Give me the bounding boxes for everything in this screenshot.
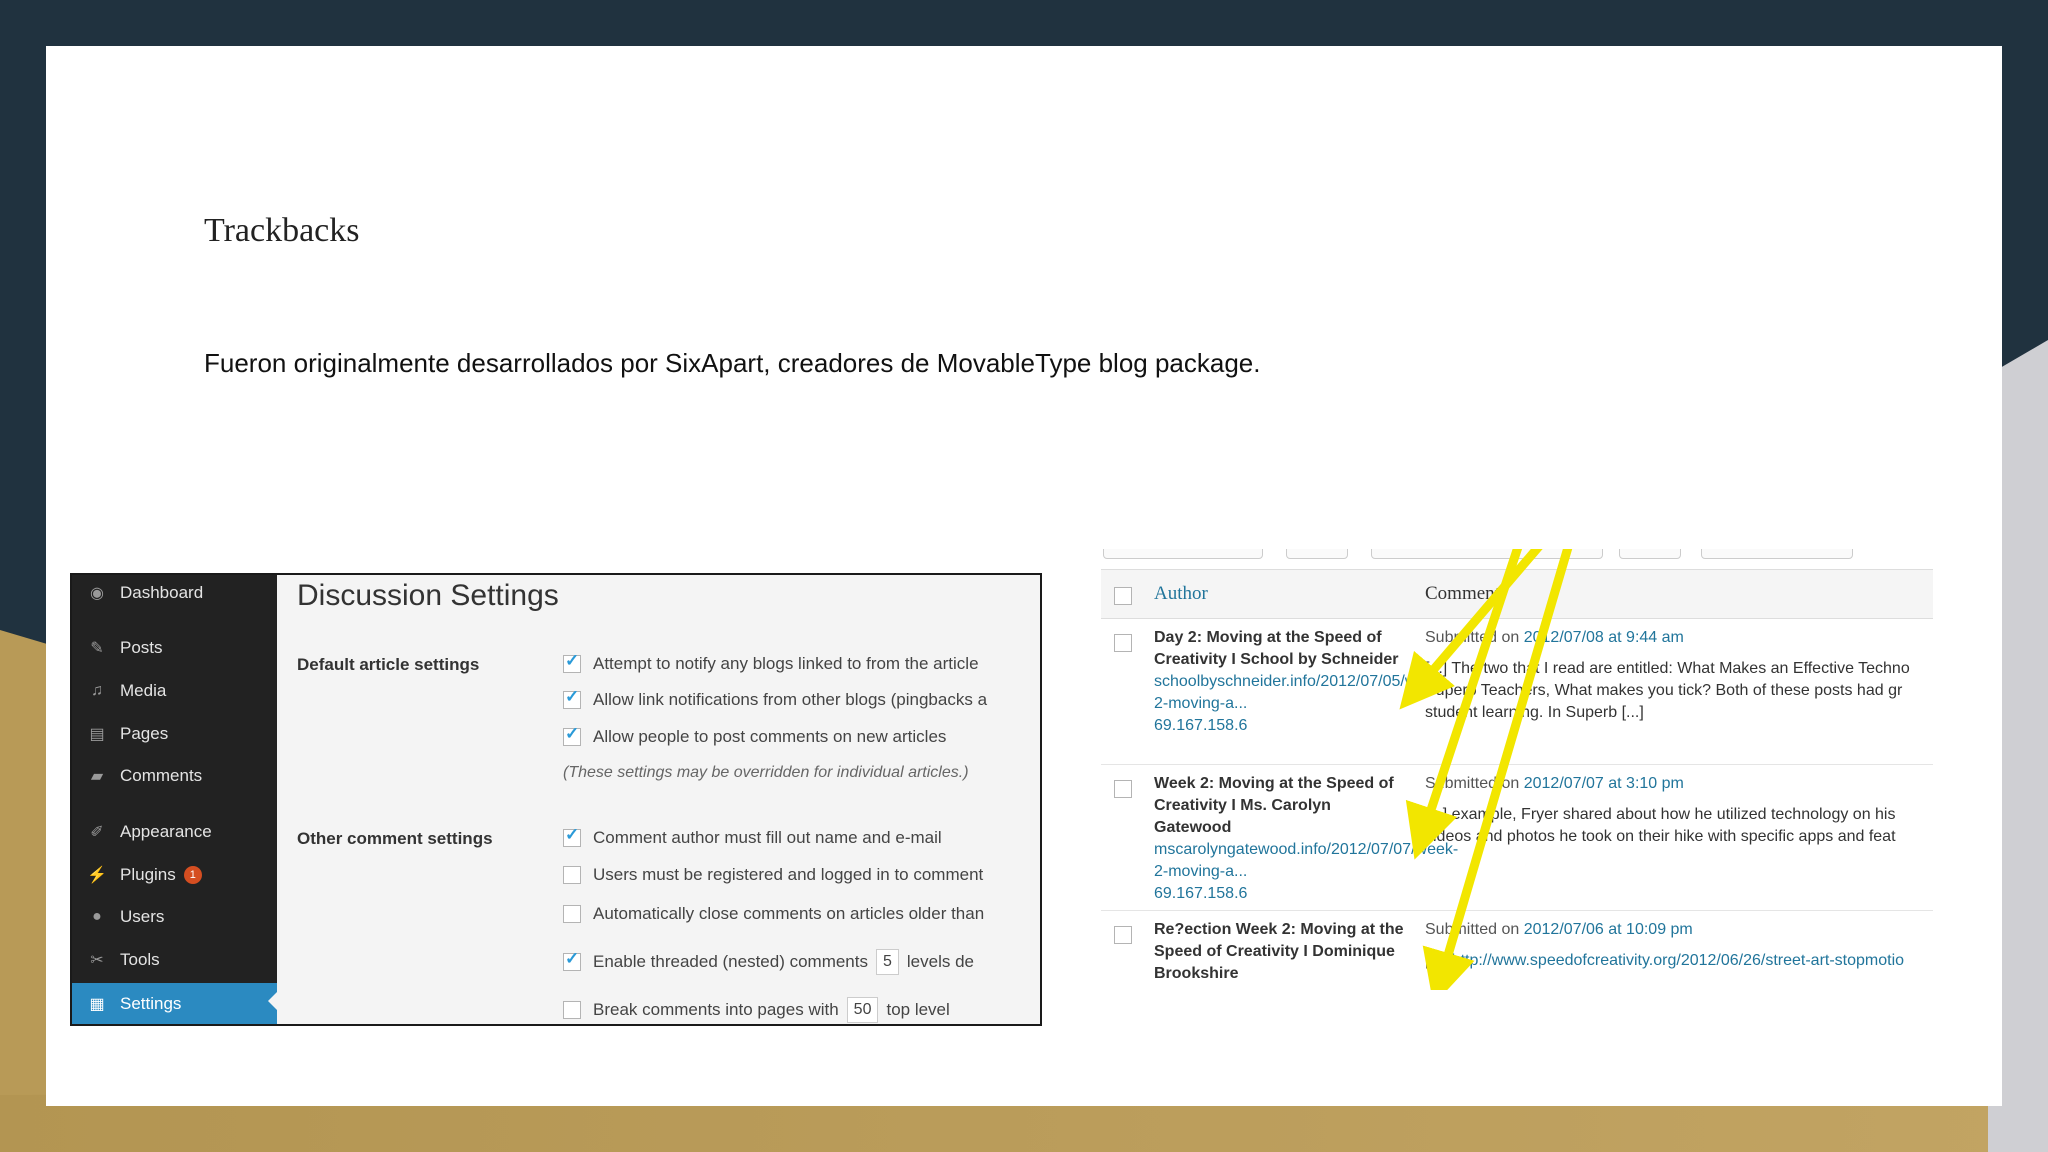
checkbox-checked[interactable] (563, 825, 581, 847)
sidebar-item-label: Posts (120, 638, 163, 657)
allow-comments-option[interactable]: Allow people to post comments on new art… (563, 724, 946, 747)
user-icon: ● (92, 908, 102, 925)
thread-levels-select[interactable]: 5 (876, 949, 899, 975)
pin-icon: ✎ (90, 640, 104, 657)
table-row: Re?ection Week 2: Moving at the Speed of… (1101, 911, 1933, 990)
slide: Trackbacks Fueron originalmente desarrol… (46, 46, 2002, 1106)
sidebar-item-tools[interactable]: ✂ Tools (72, 942, 277, 978)
filter-button[interactable] (1619, 549, 1681, 559)
checkbox-unchecked[interactable] (563, 1001, 581, 1019)
pagination-select[interactable] (1701, 549, 1853, 559)
settings-icon: ▦ (89, 996, 105, 1013)
threaded-comments-option[interactable]: Enable threaded (nested) comments 5 leve… (563, 949, 974, 975)
sidebar-item-label: Pages (120, 724, 169, 743)
sidebar-item-users[interactable]: ● Users (72, 899, 277, 935)
comment-date-link[interactable]: 2012/07/08 at 9:44 am (1524, 629, 1684, 646)
table-row: Week 2: Moving at the Speed of Creativit… (1101, 765, 1933, 911)
row-checkbox[interactable] (1114, 926, 1132, 944)
comments-table-header: Author Comment (1101, 569, 1933, 619)
checkbox-checked[interactable] (563, 724, 581, 746)
dashboard-icon: ◉ (90, 585, 104, 602)
bulk-actions-toolbar (1101, 549, 1933, 561)
sidebar-item-label: Dashboard (120, 583, 204, 602)
other-comment-settings-label: Other comment settings (297, 829, 493, 848)
sidebar-item-label: Settings (120, 994, 182, 1013)
trackback-url-link[interactable]: http://www.speedofcreativity.org/2012/06… (1452, 952, 1904, 969)
allow-pingbacks-option[interactable]: Allow link notifications from other blog… (563, 687, 987, 710)
sidebar-item-label: Users (120, 907, 165, 926)
checkbox-checked[interactable] (563, 687, 581, 709)
checkbox-checked[interactable] (563, 651, 581, 673)
sidebar-item-label: Plugins (120, 865, 176, 884)
author-ip-link[interactable]: 69.167.158.6 (1154, 715, 1404, 737)
comment-date-link[interactable]: 2012/07/06 at 10:09 pm (1524, 921, 1693, 938)
break-pages-option[interactable]: Break comments into pages with 50 top le… (563, 997, 950, 1023)
media-icon: ♫ (91, 682, 103, 699)
author-name-email-option[interactable]: Comment author must fill out name and e-… (563, 825, 942, 848)
notify-blogs-option[interactable]: Attempt to notify any blogs linked to fr… (563, 651, 979, 674)
sidebar-item-pages[interactable]: ▤ Pages (72, 716, 277, 752)
comment-body: Submitted on 2012/07/08 at 9:44 am [...]… (1425, 629, 1910, 721)
sidebar-item-comments[interactable]: ▰ Comments (72, 758, 277, 794)
filter-select[interactable] (1371, 549, 1603, 559)
checkbox-checked[interactable] (563, 949, 581, 971)
comment-column-header: Comment (1425, 583, 1500, 604)
sidebar-item-label: Media (120, 681, 167, 700)
sidebar-item-plugins[interactable]: ⚡ Plugins 1 (72, 857, 277, 893)
select-all-checkbox[interactable] (1114, 587, 1132, 605)
author-url-link[interactable]: mscarolyngatewood.info/2012/07/07/week-2… (1154, 839, 1458, 883)
sidebar-item-settings[interactable]: ▦ Settings (72, 983, 277, 1024)
sidebar-item-posts[interactable]: ✎ Posts (72, 630, 277, 666)
table-row: Day 2: Moving at the Speed of Creativity… (1101, 619, 1933, 765)
sidebar-item-label: Appearance (120, 822, 212, 841)
trackback-author: Day 2: Moving at the Speed of Creativity… (1154, 627, 1448, 737)
sidebar-item-label: Comments (120, 766, 203, 785)
slide-title: Trackbacks (204, 212, 360, 249)
sidebar-item-media[interactable]: ♫ Media (72, 673, 277, 709)
checkbox-unchecked[interactable] (563, 905, 581, 923)
trackback-author: Week 2: Moving at the Speed of Creativit… (1154, 773, 1458, 905)
comments-per-page-input[interactable]: 50 (846, 997, 879, 1023)
wrench-icon: ✂ (90, 952, 104, 969)
registered-users-option[interactable]: Users must be registered and logged in t… (563, 865, 983, 885)
comment-date-link[interactable]: 2012/07/07 at 3:10 pm (1524, 775, 1684, 792)
page-title: Discussion Settings (297, 579, 559, 612)
comment-icon: ▰ (90, 768, 104, 785)
comment-body: Submitted on 2012/07/06 at 10:09 pm [...… (1425, 921, 1905, 969)
admin-sidebar: ◉ Dashboard ✎ Posts ♫ Media ▤ Pages ▰ Co… (72, 575, 277, 1024)
plugins-update-badge: 1 (183, 866, 202, 884)
auto-close-option[interactable]: Automatically close comments on articles… (563, 904, 984, 924)
checkbox-unchecked[interactable] (563, 866, 581, 884)
plug-icon: ⚡ (87, 867, 107, 884)
sidebar-item-appearance[interactable]: ✐ Appearance (72, 814, 277, 850)
brush-icon: ✐ (90, 824, 104, 841)
apply-button[interactable] (1286, 549, 1348, 559)
discussion-settings-screenshot: ◉ Dashboard ✎ Posts ♫ Media ▤ Pages ▰ Co… (70, 573, 1042, 1026)
comment-body: Submitted on 2012/07/07 at 3:10 pm [...]… (1425, 775, 1896, 845)
slide-subtitle: Fueron originalmente desarrollados por S… (204, 348, 1261, 378)
settings-content: Discussion Settings Default article sett… (277, 575, 1040, 1024)
row-checkbox[interactable] (1114, 780, 1132, 798)
row-checkbox[interactable] (1114, 634, 1132, 652)
pages-icon: ▤ (89, 726, 105, 743)
author-ip-link[interactable]: 69.167.158.6 (1154, 883, 1404, 905)
sidebar-item-label: Tools (120, 950, 160, 969)
author-url-link[interactable]: schoolbyschneider.info/2012/07/05/week-2… (1154, 671, 1448, 715)
bulk-actions-select[interactable] (1103, 549, 1263, 559)
override-note: (These settings may be overridden for in… (563, 764, 969, 781)
trackback-author: Re?ection Week 2: Moving at the Speed of… (1154, 921, 1404, 982)
sidebar-item-dashboard[interactable]: ◉ Dashboard (72, 575, 277, 611)
default-article-settings-label: Default article settings (297, 655, 480, 674)
author-column-header[interactable]: Author (1154, 583, 1208, 605)
comments-list-screenshot: Author Comment Day 2: Moving at the Spee… (1101, 549, 1933, 990)
